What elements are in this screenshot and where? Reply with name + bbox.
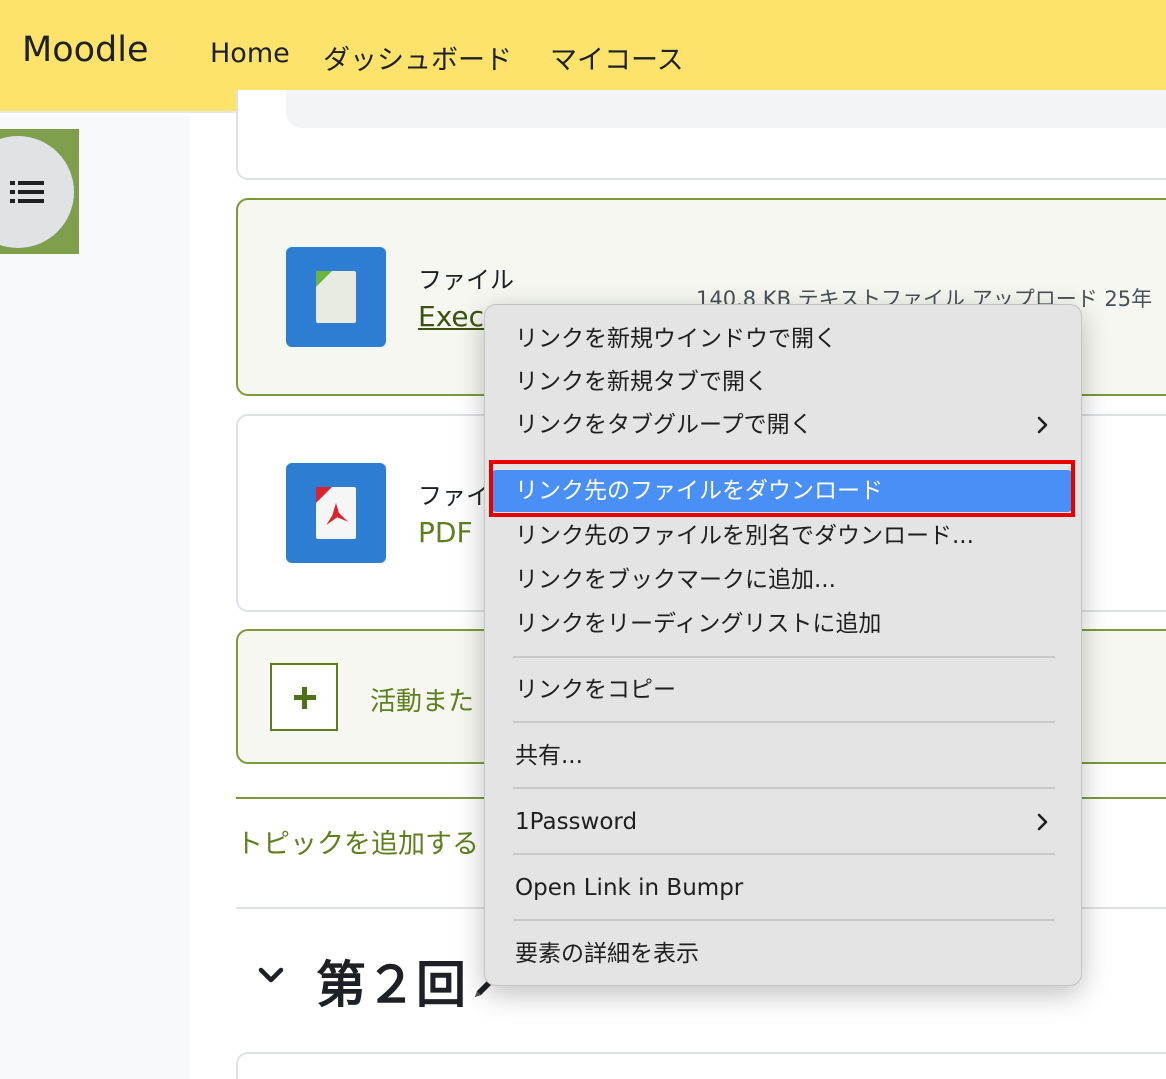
- chevron-right-icon: [1037, 813, 1048, 831]
- add-activity-button[interactable]: [270, 663, 338, 731]
- menu-open-tab-group-label: リンクをタブグループで開く: [515, 412, 813, 438]
- menu-separator-2: [513, 656, 1055, 658]
- add-activity-label[interactable]: 活動また: [370, 681, 474, 718]
- highlight-annotation-box: [489, 460, 1075, 517]
- menu-share[interactable]: 共有...: [491, 735, 1073, 777]
- menu-separator-5: [513, 853, 1055, 855]
- menu-1password[interactable]: 1Password: [491, 801, 1073, 843]
- menu-separator-4: [513, 787, 1055, 789]
- nav-dashboard[interactable]: ダッシュボード: [323, 38, 512, 77]
- activity-type-label: ファイル: [418, 266, 514, 294]
- pdf-file-icon: [286, 463, 386, 563]
- menu-open-in-bumpr[interactable]: Open Link in Bumpr: [491, 867, 1073, 909]
- context-menu: リンクを新規ウインドウで開く リンクを新規タブで開く リンクをタブグループで開く…: [484, 304, 1082, 986]
- menu-1password-label: 1Password: [515, 809, 638, 835]
- nav-my-courses[interactable]: マイコース: [550, 38, 684, 77]
- pdf-file-fold: [316, 487, 332, 503]
- list-icon: [10, 181, 44, 203]
- menu-open-tab-group[interactable]: リンクをタブグループで開く: [491, 404, 1073, 446]
- menu-separator-3: [513, 721, 1055, 723]
- activity-type-label-pdf: ファイ: [418, 482, 490, 510]
- section-title: 第２回: [316, 956, 466, 1014]
- menu-add-reading-list[interactable]: リンクをリーディングリストに追加: [491, 603, 1073, 645]
- menu-copy-link[interactable]: リンクをコピー: [491, 669, 1073, 711]
- menu-open-new-tab[interactable]: リンクを新規タブで開く: [491, 361, 1073, 403]
- activity-link-exec[interactable]: Exec: [418, 300, 484, 333]
- site-brand[interactable]: Moodle: [22, 30, 149, 70]
- chevron-down-icon[interactable]: [258, 962, 284, 988]
- next-activity-card: [236, 1052, 1166, 1079]
- menu-inspect-element[interactable]: 要素の詳細を表示: [491, 933, 1073, 975]
- text-file-fold: [316, 271, 332, 287]
- text-file-icon: [286, 247, 386, 347]
- menu-download-linked-file-as[interactable]: リンク先のファイルを別名でダウンロード...: [491, 515, 1073, 557]
- add-topic-link[interactable]: トピックを追加する: [236, 822, 479, 861]
- menu-separator-6: [513, 919, 1055, 921]
- nav-home[interactable]: Home: [210, 38, 290, 69]
- chevron-right-icon: [1037, 416, 1048, 434]
- menu-add-bookmark[interactable]: リンクをブックマークに追加...: [491, 559, 1073, 601]
- menu-open-new-window[interactable]: リンクを新規ウインドウで開く: [491, 318, 1073, 360]
- plus-icon-vertical: [302, 687, 307, 709]
- left-column: [0, 115, 190, 1079]
- activity-link-pdf[interactable]: PDF: [418, 516, 473, 549]
- previous-activity-footer: [286, 90, 1166, 128]
- previous-activity-card: [236, 90, 1166, 180]
